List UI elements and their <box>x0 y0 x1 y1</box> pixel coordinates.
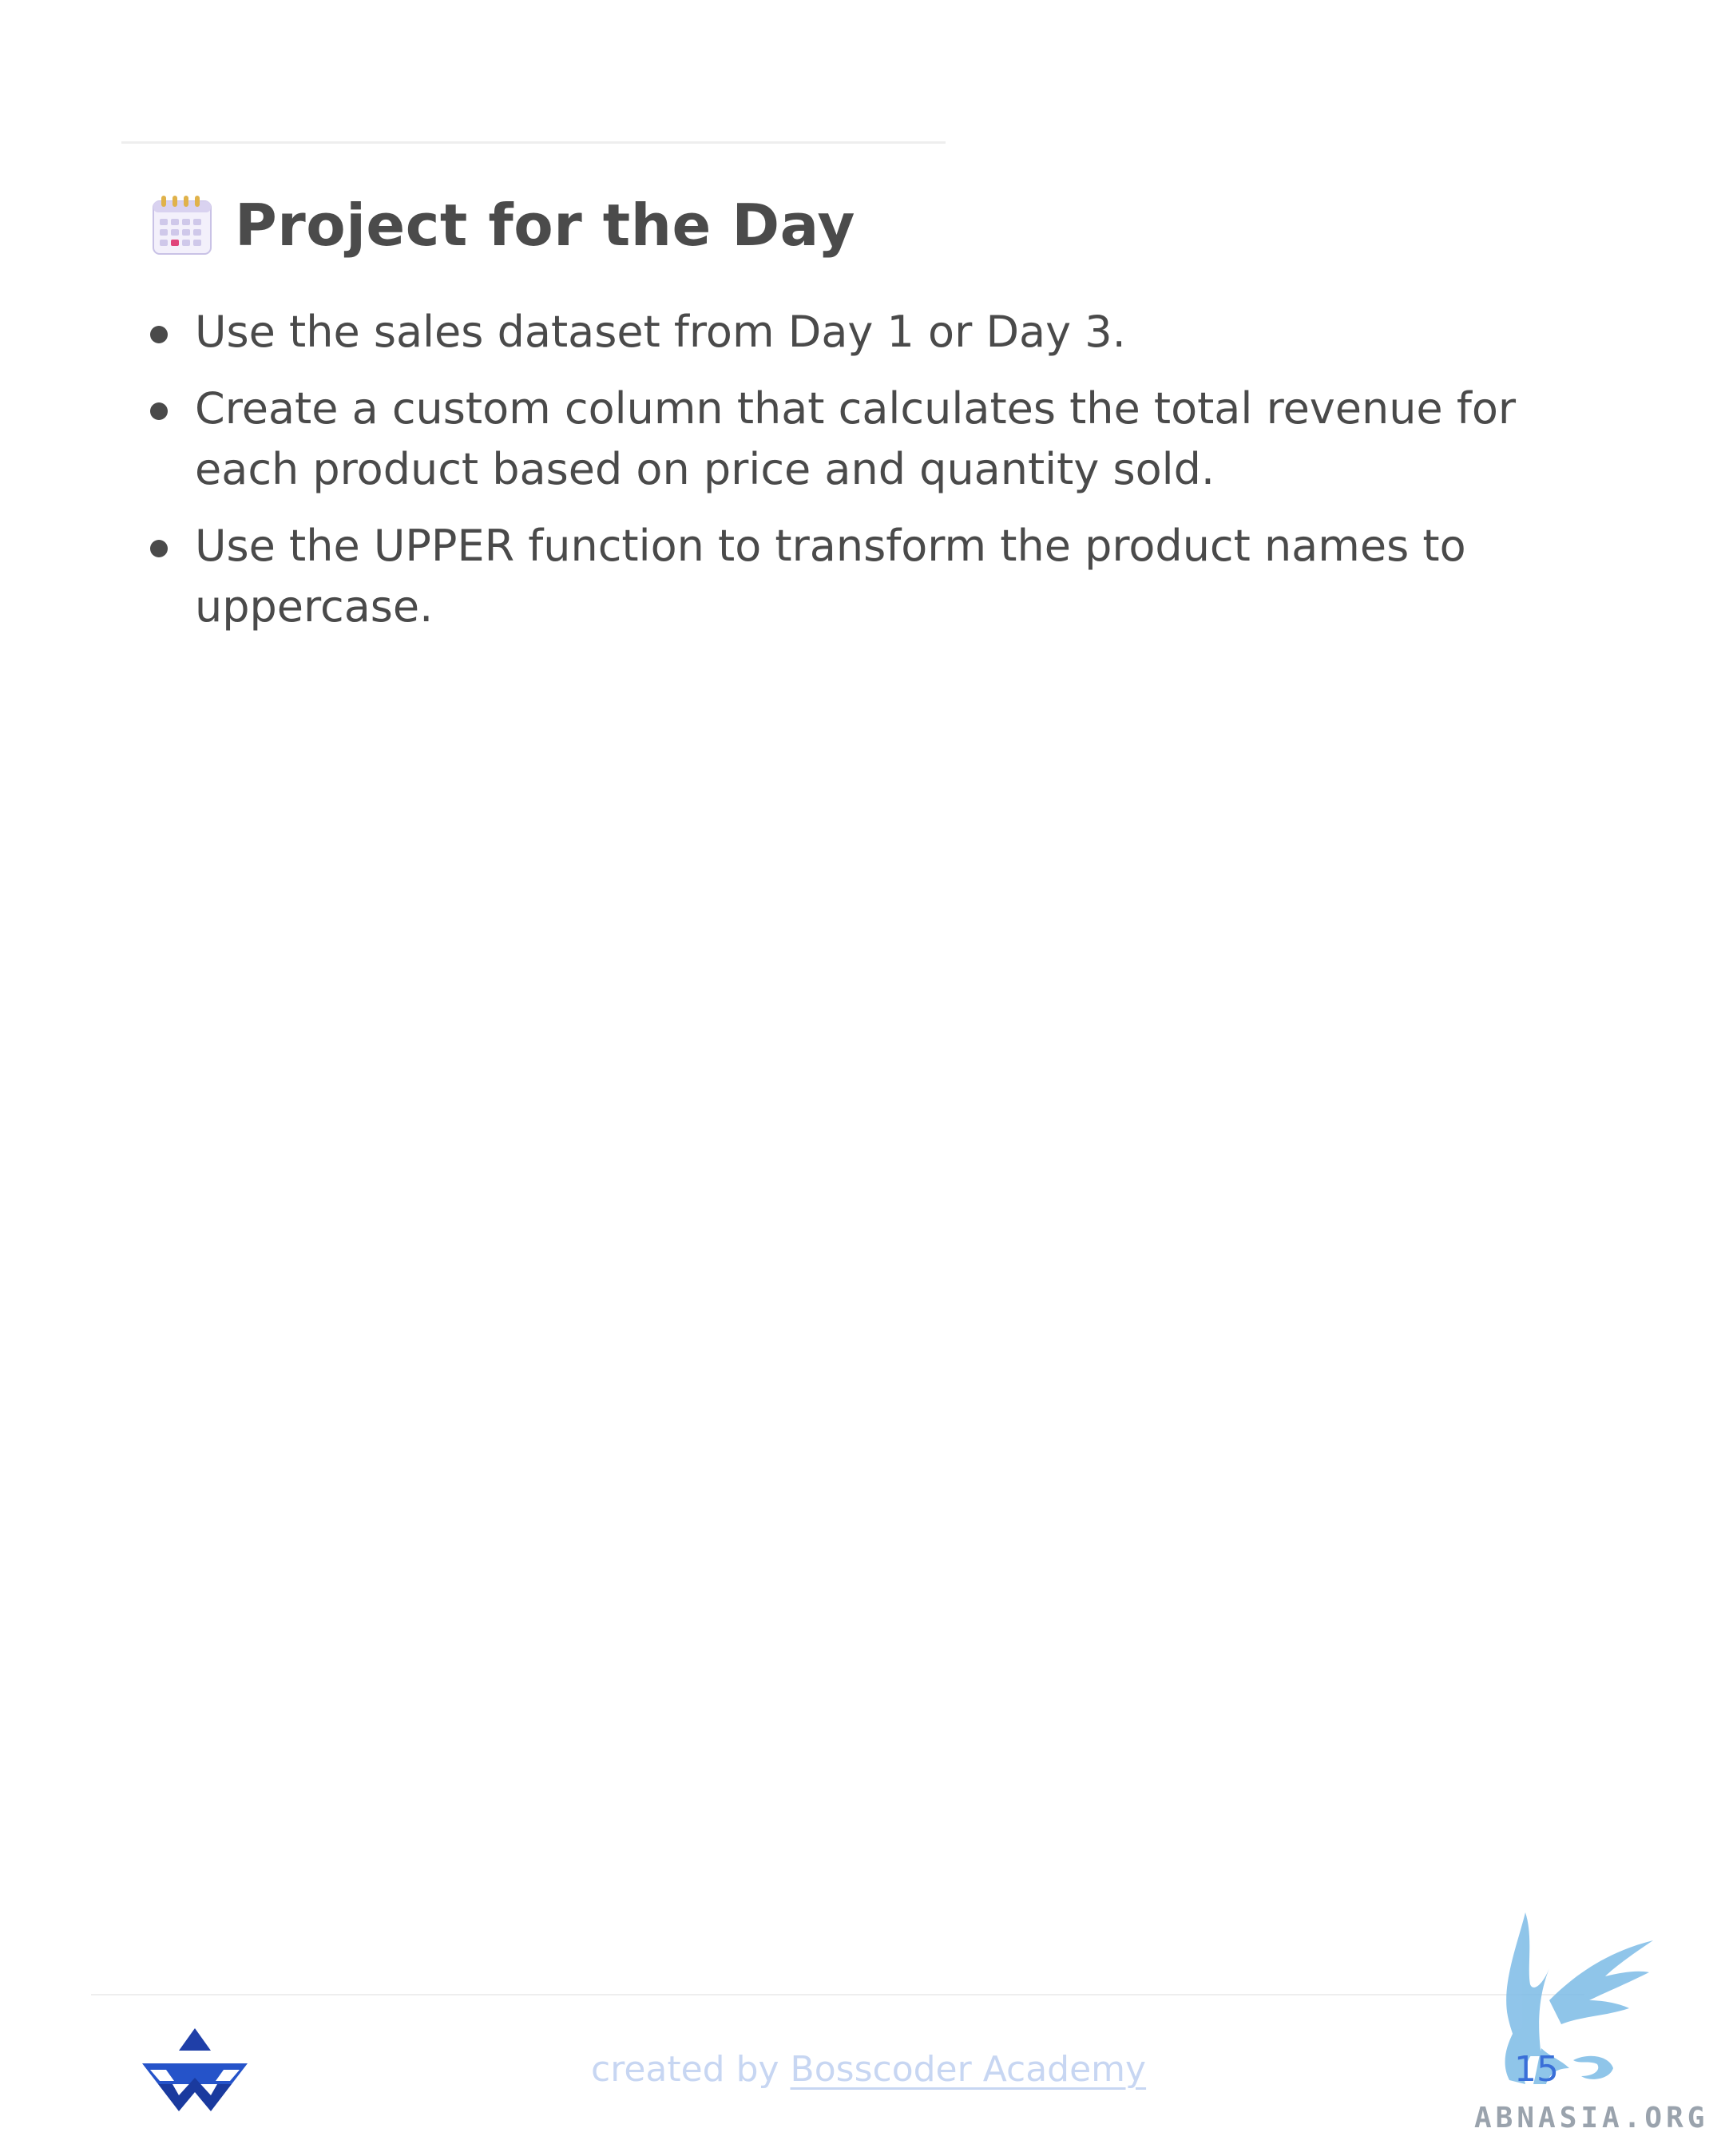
top-divider <box>121 141 946 144</box>
bosscoder-logo <box>142 2028 248 2111</box>
list-item-text: Use the sales dataset from Day 1 or Day … <box>195 307 1126 357</box>
footer-prefix: created by <box>591 2049 791 2090</box>
section-heading: Project for the Day <box>150 192 855 259</box>
footer-divider <box>91 1994 1584 1995</box>
footer-credit: created by Bosscoder Academy <box>591 2049 1146 2090</box>
bullet-icon <box>150 402 168 420</box>
page-title: Project for the Day <box>235 192 855 259</box>
bullet-icon <box>150 326 168 343</box>
list-item-text: Create a custom column that calculates t… <box>195 383 1517 494</box>
griffin-icon <box>1505 1912 1653 2084</box>
bosscoder-link[interactable]: Bosscoder Academy <box>791 2049 1147 2090</box>
watermark-text: ABNASIA.ORG <box>1474 2102 1709 2134</box>
task-list: Use the sales dataset from Day 1 or Day … <box>149 302 1554 653</box>
list-item: Create a custom column that calculates t… <box>149 378 1554 500</box>
list-item: Use the sales dataset from Day 1 or Day … <box>149 302 1554 363</box>
bullet-icon <box>150 540 168 557</box>
list-item-text: Use the UPPER function to transform the … <box>195 521 1466 632</box>
calendar-icon <box>153 196 212 255</box>
list-item: Use the UPPER function to transform the … <box>149 516 1554 637</box>
page-number: 15 <box>1514 2049 1559 2090</box>
